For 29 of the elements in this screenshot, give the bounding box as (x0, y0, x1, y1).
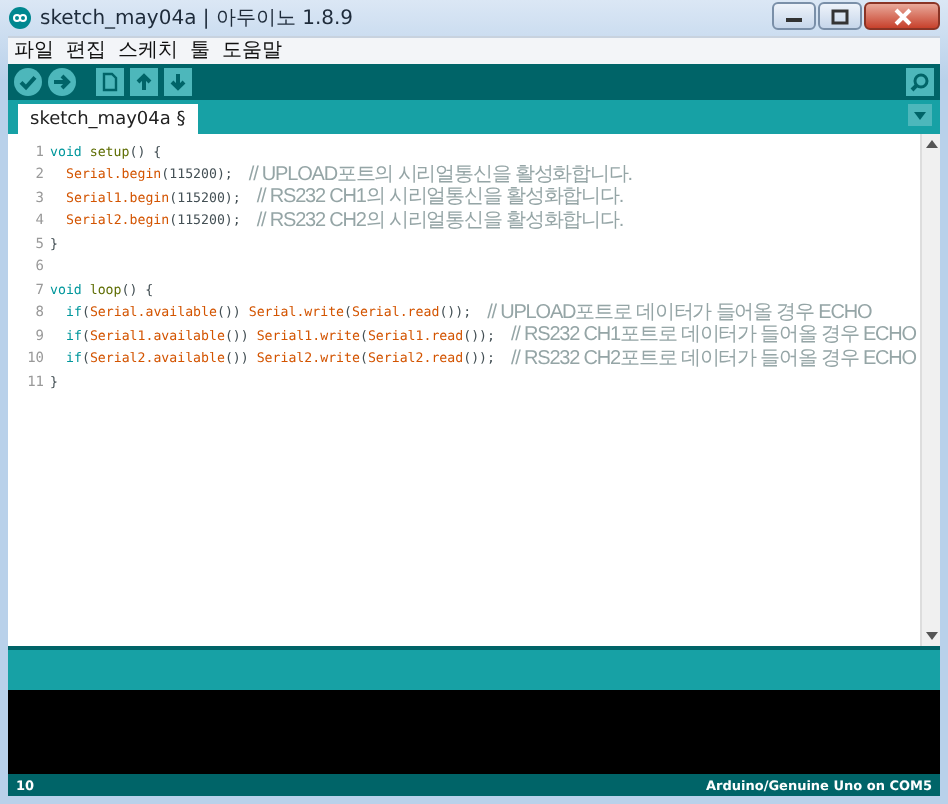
code-comment: // RS232 CH1의 시리얼통신을 활성화합니다. (256, 186, 624, 209)
code-comment: // RS232 CH1포트로 데이터가 들어올 경우 ECHO (510, 324, 916, 347)
serial-monitor-button[interactable] (906, 68, 934, 96)
close-icon (893, 7, 911, 25)
upload-button[interactable] (48, 68, 76, 96)
maximize-button[interactable] (818, 2, 862, 30)
maximize-icon (830, 7, 850, 25)
code-comment: // RS232 CH2의 시리얼통신을 활성화합니다. (256, 209, 624, 232)
menu-item[interactable]: 편집 (66, 39, 106, 63)
menu-item[interactable]: 툴 (190, 39, 210, 63)
save-button[interactable] (164, 68, 192, 96)
scroll-down-icon[interactable] (925, 632, 937, 640)
menu-item[interactable]: 도움말 (222, 39, 282, 63)
code-comment: // UPLOAD포트로 데이터가 들어올 경우 ECHO (487, 301, 872, 324)
app-logo-icon (8, 6, 32, 30)
menu-item[interactable]: 파일 (14, 39, 54, 63)
code-comment: // UPLOAD포트의 시리얼통신을 활성화합니다. (248, 163, 632, 186)
window-title: sketch_may04a | 아두이노 1.8.9 (40, 6, 356, 32)
file-tab[interactable]: sketch_may04a § (18, 104, 198, 134)
minimize-button[interactable] (772, 2, 816, 30)
tab-menu-button[interactable] (908, 104, 932, 126)
caret-icon (914, 111, 926, 119)
open-button[interactable] (130, 68, 158, 96)
close-button[interactable] (864, 2, 940, 30)
verify-button[interactable] (14, 68, 42, 96)
menu-item[interactable]: 스케치 (118, 39, 178, 63)
scroll-up-icon[interactable] (925, 140, 937, 148)
new-button[interactable] (96, 68, 124, 96)
code-comment: // RS232 CH2포트로 데이터가 들어올 경우 ECHO (510, 347, 916, 370)
